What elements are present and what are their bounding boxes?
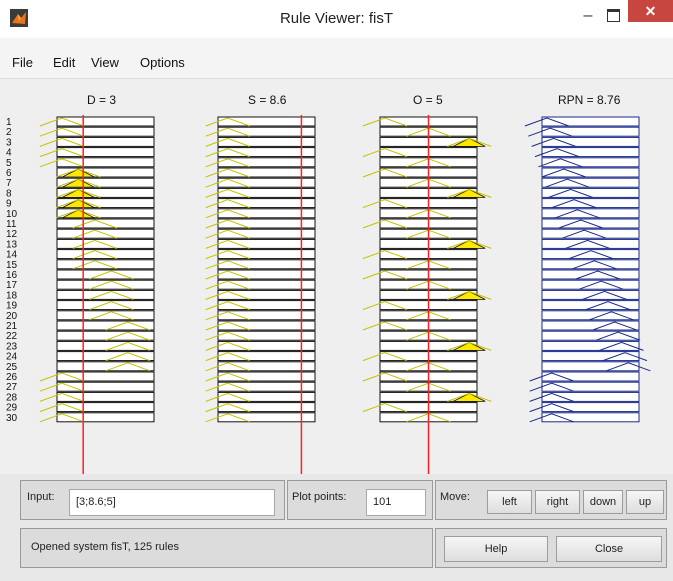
rule-cell (541, 330, 640, 341)
rule-cell (56, 340, 155, 351)
rule-cell (56, 300, 155, 311)
rule-cell (217, 269, 316, 280)
rule-cell (217, 187, 316, 198)
rule-cell (541, 361, 640, 372)
rule-cell (217, 412, 316, 423)
rule-cell (217, 279, 316, 290)
rule-cell (217, 157, 316, 168)
rule-cell (541, 238, 640, 249)
rule-cell (217, 208, 316, 219)
close-icon[interactable]: ✕ (628, 0, 673, 22)
rule-cell (217, 218, 316, 229)
rule-cell (217, 249, 316, 260)
close-button[interactable]: Close (556, 536, 662, 562)
rule-cell (217, 320, 316, 331)
rule-cell (217, 238, 316, 249)
status-text: Opened system fisT, 125 rules (31, 541, 179, 553)
rules-grid: 1234567891011121314151617181920212223242… (6, 115, 651, 474)
move-right-button[interactable]: right (535, 490, 580, 514)
control-panel: Input: [3;8.6;5] Plot points: 101 Move: … (0, 474, 673, 581)
rule-cell (541, 167, 640, 178)
plot-points-panel: Plot points: 101 (287, 480, 433, 520)
rule-cell (541, 381, 640, 392)
rule-cell (541, 136, 640, 147)
rule-cell (541, 391, 640, 402)
rule-cell (217, 351, 316, 362)
rule-cell (541, 187, 640, 198)
window-title: Rule Viewer: fisT (279, 10, 394, 27)
rule-cell (217, 228, 316, 239)
rule-cell (541, 126, 640, 137)
rule-cell (541, 269, 640, 280)
rule-cell (56, 310, 155, 321)
rule-cell (541, 402, 640, 413)
rule-cell (217, 330, 316, 341)
rule-cell (217, 340, 316, 351)
action-panel: Help Close (435, 528, 667, 568)
menu-file[interactable]: File (12, 55, 33, 70)
rule-cell (217, 300, 316, 311)
move-panel: Move: left right down up (435, 480, 667, 520)
rule-cell (56, 361, 155, 372)
rule-cell (217, 147, 316, 158)
rule-number: 30 (6, 413, 18, 424)
input-panel: Input: [3;8.6;5] (20, 480, 285, 520)
menu-view[interactable]: View (91, 55, 119, 70)
minimize-icon[interactable]: – (580, 8, 596, 25)
rule-cell (217, 310, 316, 321)
help-button[interactable]: Help (444, 536, 548, 562)
rule-plot-area: D = 3 S = 8.6 O = 5 RPN = 8.76 123456789… (0, 79, 673, 474)
input-field[interactable]: [3;8.6;5] (69, 489, 275, 516)
rule-cell (217, 167, 316, 178)
move-down-button[interactable]: down (583, 490, 623, 514)
rule-cell (541, 259, 640, 270)
rule-cell (541, 310, 640, 321)
move-up-button[interactable]: up (626, 490, 664, 514)
maximize-icon[interactable] (607, 9, 620, 22)
rule-cell (217, 198, 316, 209)
rule-cell (217, 289, 316, 300)
rule-cell (217, 402, 316, 413)
rule-cell (541, 157, 640, 168)
rule-cell (56, 351, 155, 362)
status-panel: Opened system fisT, 125 rules (20, 528, 433, 568)
rule-cell (541, 340, 640, 351)
move-left-button[interactable]: left (487, 490, 532, 514)
rule-cell (56, 320, 155, 331)
rule-cell (217, 361, 316, 372)
rule-cell (217, 259, 316, 270)
rule-cell (56, 289, 155, 300)
rule-cell (217, 391, 316, 402)
rule-cell (217, 177, 316, 188)
move-label: Move: (440, 491, 470, 503)
rule-cell (56, 269, 155, 280)
rule-cell (541, 228, 640, 239)
plot-points-field[interactable]: 101 (366, 489, 426, 516)
menu-bar: File Edit View Options (0, 38, 673, 79)
rule-cell (56, 330, 155, 341)
rule-cell (56, 279, 155, 290)
rule-cell (217, 116, 316, 127)
rule-cell (217, 371, 316, 382)
menu-edit[interactable]: Edit (53, 55, 75, 70)
rule-cell (541, 371, 640, 382)
menu-options[interactable]: Options (140, 55, 185, 70)
rule-cell (217, 381, 316, 392)
rule-cell (217, 136, 316, 147)
rule-cell (541, 412, 640, 423)
input-label: Input: (27, 491, 55, 503)
rule-cell (541, 208, 640, 219)
rule-cell (541, 289, 640, 300)
title-bar: Rule Viewer: fisT – ✕ (0, 0, 673, 39)
rule-cell (217, 126, 316, 137)
plot-points-label: Plot points: (292, 491, 347, 503)
